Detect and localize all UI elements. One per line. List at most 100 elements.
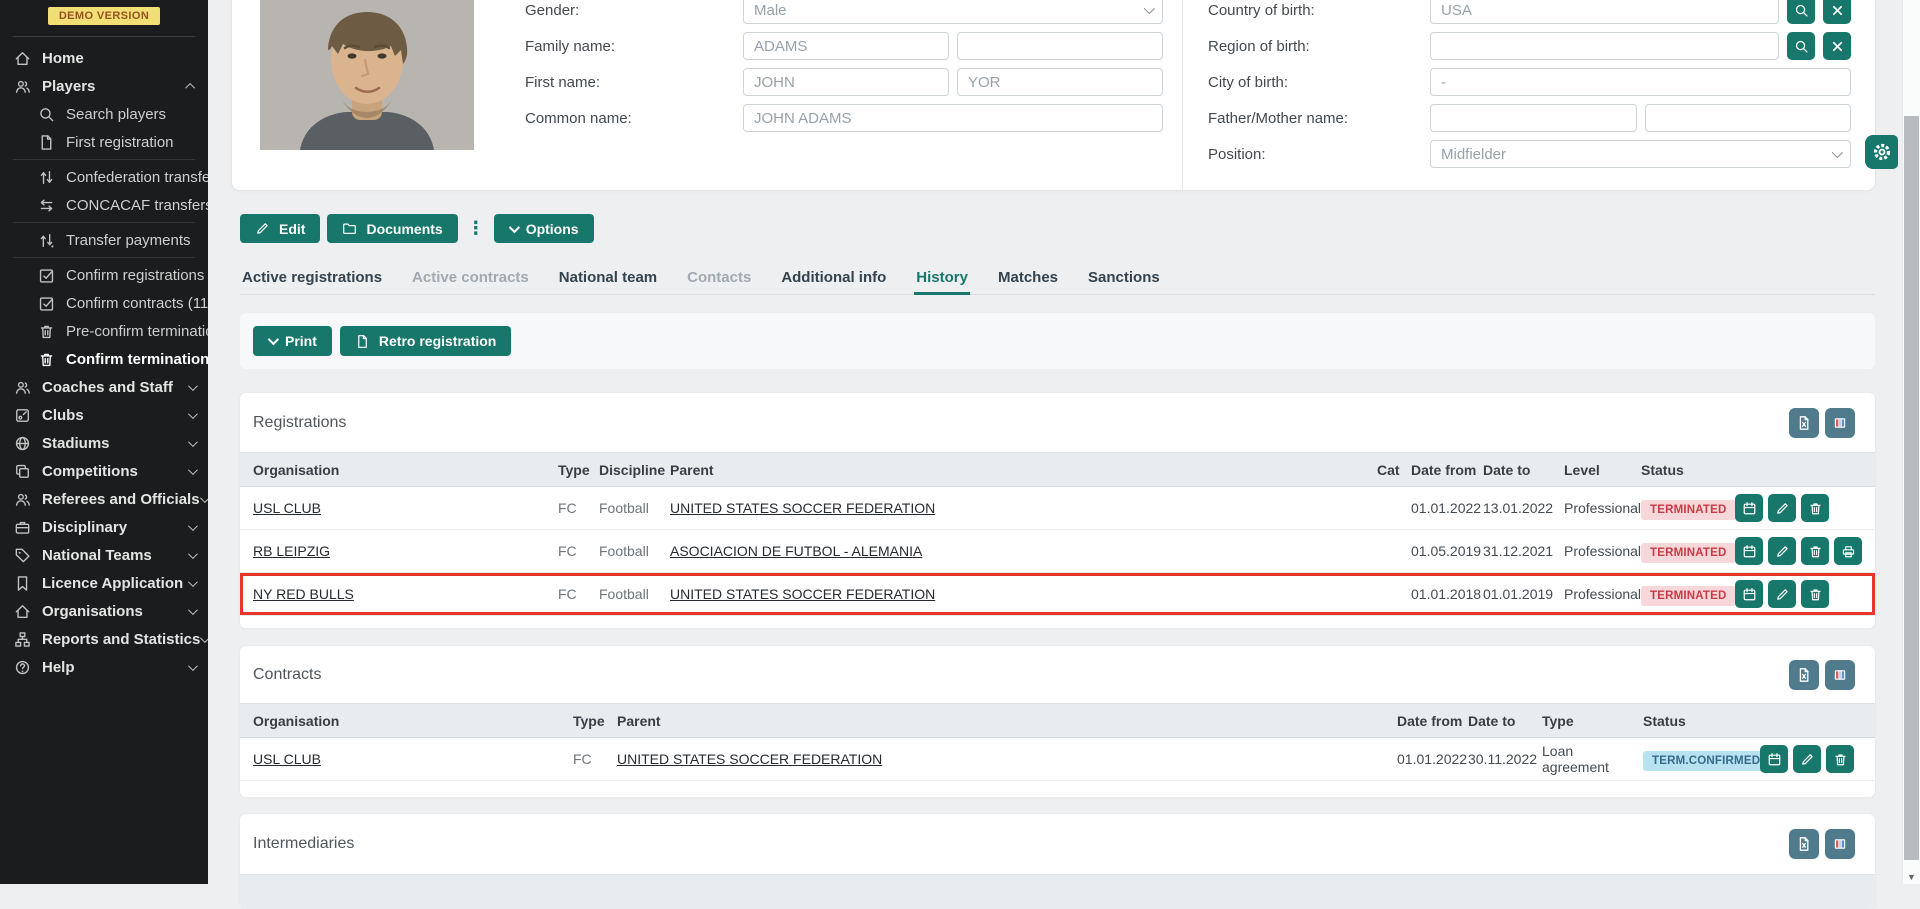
edit-row-button[interactable] — [1768, 580, 1796, 608]
calendar-icon — [1742, 544, 1757, 559]
parent-link[interactable]: UNITED STATES SOCCER FEDERATION — [670, 586, 935, 602]
organisation-link[interactable]: USL CLUB — [253, 500, 321, 516]
calendar-icon — [1742, 587, 1757, 602]
position-select[interactable]: Midfielder — [1430, 140, 1851, 168]
common-name-input[interactable] — [743, 104, 1163, 132]
region-clear-button[interactable] — [1823, 32, 1851, 60]
delete-row-button[interactable] — [1826, 745, 1854, 773]
columns-button[interactable] — [1825, 829, 1855, 859]
delete-row-button[interactable] — [1801, 537, 1829, 565]
sidebar-divider — [13, 36, 195, 37]
export-button[interactable] — [1789, 408, 1819, 438]
gender-select[interactable]: Male — [743, 0, 1163, 24]
edit-row-button[interactable] — [1768, 494, 1796, 522]
sidebar-item-stadiums[interactable]: Stadiums — [0, 429, 208, 457]
scrollbar-down-arrow[interactable]: ▼ — [1903, 872, 1920, 882]
calendar-button[interactable] — [1735, 537, 1763, 565]
settings-button[interactable] — [1865, 135, 1898, 169]
edit-row-button[interactable] — [1793, 745, 1821, 773]
parent-link[interactable]: UNITED STATES SOCCER FEDERATION — [670, 500, 935, 516]
sidebar-item-label: Referees and Officials — [42, 491, 200, 508]
sidebar-item-national-teams[interactable]: National Teams — [0, 541, 208, 569]
sidebar-item-confirm-registrations[interactable]: Confirm registrations (407) — [0, 261, 208, 289]
more-options-icon[interactable]: ⋮ — [467, 218, 485, 239]
sidebar-item-confirm-contracts[interactable]: Confirm contracts (11) — [0, 289, 208, 317]
tab-matches[interactable]: Matches — [996, 264, 1060, 294]
family-name-input[interactable] — [743, 32, 949, 60]
father-mother-name-secondary-input[interactable] — [1645, 104, 1852, 132]
sidebar-item-disciplinary[interactable]: Disciplinary — [0, 513, 208, 541]
scrollbar[interactable]: ▼ — [1902, 0, 1920, 884]
sidebar-item-players[interactable]: Players — [0, 72, 208, 100]
sidebar-item-help[interactable]: Help — [0, 653, 208, 681]
sidebar-item-pre-confirm-termination[interactable]: Pre-confirm termination — [0, 317, 208, 345]
organisation-link[interactable]: NY RED BULLS — [253, 586, 354, 602]
app-window: DEMO VERSION Home Players Search players… — [0, 0, 1920, 884]
column-header: Type — [573, 713, 617, 729]
organisation-link[interactable]: RB LEIPZIG — [253, 543, 330, 559]
edit-button[interactable]: Edit — [240, 214, 320, 243]
parent-link[interactable]: UNITED STATES SOCCER FEDERATION — [617, 751, 882, 767]
column-header: Status — [1643, 713, 1760, 729]
father-mother-name-input[interactable] — [1430, 104, 1637, 132]
region-search-button[interactable] — [1787, 32, 1815, 60]
sidebar-item-competitions[interactable]: Competitions — [0, 457, 208, 485]
columns-button[interactable] — [1825, 408, 1855, 438]
retro-registration-button[interactable]: Retro registration — [340, 326, 511, 356]
tab-contacts[interactable]: Contacts — [685, 264, 753, 294]
chevron-down-icon — [268, 334, 279, 345]
documents-button[interactable]: Documents — [327, 214, 457, 243]
parent-link[interactable]: ASOCIACION DE FUTBOL - ALEMANIA — [670, 543, 922, 559]
date-to-cell: 13.01.2022 — [1483, 500, 1564, 516]
export-button[interactable] — [1789, 829, 1819, 859]
tab-active-contracts[interactable]: Active contracts — [410, 264, 531, 294]
calendar-button[interactable] — [1735, 494, 1763, 522]
options-button[interactable]: Options — [494, 214, 594, 243]
delete-row-button[interactable] — [1801, 494, 1829, 522]
sidebar-item-confirm-terminations[interactable]: Confirm terminations (1) — [0, 345, 208, 373]
tab-national-team[interactable]: National team — [557, 264, 659, 294]
calendar-button[interactable] — [1735, 580, 1763, 608]
country-search-button[interactable] — [1787, 0, 1815, 24]
pencil-icon — [255, 221, 270, 236]
arrows-left-right-icon — [38, 197, 55, 214]
sidebar-item-coaches-and-staff[interactable]: Coaches and Staff — [0, 373, 208, 401]
region-of-birth-input[interactable] — [1430, 32, 1779, 60]
scrollbar-thumb[interactable] — [1904, 116, 1919, 860]
export-button[interactable] — [1789, 660, 1819, 690]
sidebar-item-label: Confirm registrations (407) — [66, 267, 208, 284]
sidebar-item-organisations[interactable]: Organisations — [0, 597, 208, 625]
print-row-button[interactable] — [1834, 537, 1862, 565]
city-of-birth-input[interactable] — [1430, 68, 1851, 96]
level-cell: Professional — [1564, 586, 1641, 602]
first-name-input[interactable] — [743, 68, 949, 96]
tab-additional-info[interactable]: Additional info — [779, 264, 888, 294]
tab-sanctions[interactable]: Sanctions — [1086, 264, 1162, 294]
delete-row-button[interactable] — [1801, 580, 1829, 608]
check-square-icon — [38, 295, 55, 312]
country-of-birth-input[interactable] — [1430, 0, 1779, 24]
sidebar-item-reports-and-statistics[interactable]: Reports and Statistics — [0, 625, 208, 653]
sidebar-item-search-players[interactable]: Search players — [0, 100, 208, 128]
sidebar-item-first-registration[interactable]: First registration — [0, 128, 208, 156]
sidebar-item-home[interactable]: Home — [0, 44, 208, 72]
tab-history[interactable]: History — [914, 264, 970, 294]
sidebar-item-referees-and-officials[interactable]: Referees and Officials — [0, 485, 208, 513]
columns-button[interactable] — [1825, 660, 1855, 690]
family-name-secondary-input[interactable] — [957, 32, 1163, 60]
organisation-link[interactable]: USL CLUB — [253, 751, 321, 767]
country-clear-button[interactable] — [1823, 0, 1851, 24]
sidebar-item-clubs[interactable]: Clubs — [0, 401, 208, 429]
country-of-birth-label: Country of birth: — [1208, 2, 1430, 19]
chevron-down-icon — [1832, 147, 1843, 158]
calendar-button[interactable] — [1760, 745, 1788, 773]
first-name-secondary-input[interactable] — [957, 68, 1163, 96]
edit-row-button[interactable] — [1768, 537, 1796, 565]
tab-active-registrations[interactable]: Active registrations — [240, 264, 384, 294]
print-button[interactable]: Print — [253, 326, 332, 356]
help-icon — [14, 659, 31, 676]
sidebar-item-concacaf-transfers[interactable]: CONCACAF transfers (0) — [0, 191, 208, 219]
sidebar-item-transfer-payments[interactable]: Transfer payments — [0, 226, 208, 254]
sidebar-item-confederation-transfers[interactable]: Confederation transfers (2) — [0, 163, 208, 191]
sidebar-item-licence-application[interactable]: Licence Application — [0, 569, 208, 597]
